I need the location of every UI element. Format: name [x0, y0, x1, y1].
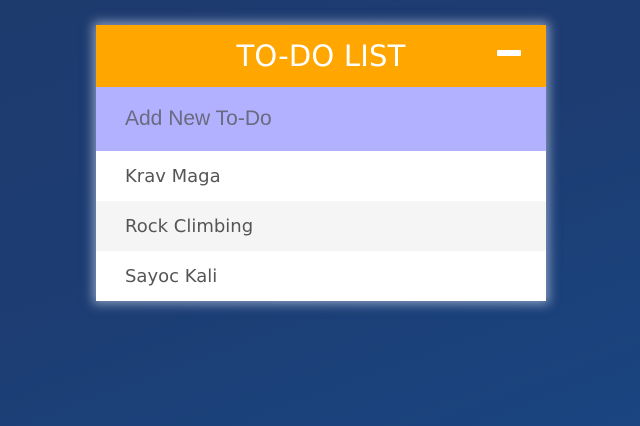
todo-item-rock-climbing[interactable]: Rock Climbing: [96, 201, 546, 251]
card-header: TO-DO LIST: [96, 25, 546, 87]
todo-card: TO-DO LIST Krav Maga Rock Climbing Sayoc…: [96, 25, 546, 301]
todo-list: Krav Maga Rock Climbing Sayoc Kali: [96, 151, 546, 301]
minus-icon: [497, 50, 521, 56]
new-todo-input[interactable]: [96, 87, 546, 151]
collapse-button[interactable]: [497, 49, 521, 57]
new-todo-row: [96, 87, 546, 151]
todo-item-krav-maga[interactable]: Krav Maga: [96, 151, 546, 201]
todo-item-sayoc-kali[interactable]: Sayoc Kali: [96, 251, 546, 301]
card-title: TO-DO LIST: [236, 39, 406, 73]
